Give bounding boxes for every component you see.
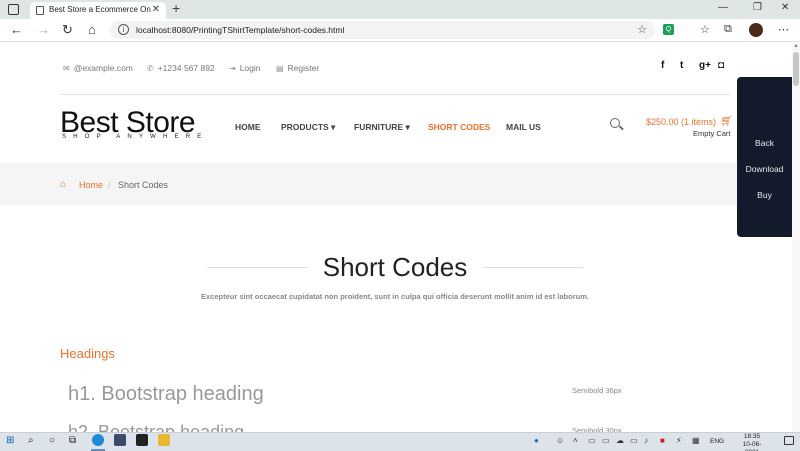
language-indicator[interactable]: ENG	[710, 438, 724, 445]
facebook-icon[interactable]: f	[661, 60, 664, 71]
speaker-icon[interactable]: ♪	[644, 436, 648, 445]
email-text: @example.com	[73, 63, 133, 73]
nav-mail-us[interactable]: MAIL US	[506, 122, 541, 132]
clock-time: 18:35	[743, 433, 761, 440]
heading-sample: h1. Bootstrap heading	[68, 383, 264, 405]
login-text: Login	[239, 63, 261, 73]
tab-close-icon[interactable]: ✕	[152, 4, 160, 15]
envelope-icon: ✉	[63, 64, 70, 73]
close-window-button[interactable]: ✕	[781, 2, 789, 13]
page-title: Short Codes	[322, 252, 468, 282]
cortana-icon[interactable]: ○	[49, 435, 55, 446]
scroll-up-icon[interactable]: ▲	[793, 43, 799, 49]
side-buy-link[interactable]: Buy	[737, 190, 792, 200]
back-button[interactable]: ←	[10, 22, 23, 38]
collections-icon[interactable]: ⧉	[724, 23, 732, 36]
browser-tab-bar: Best Store a Ecommerce Online S ✕ + — ❐ …	[0, 0, 800, 19]
nav-home[interactable]: HOME	[235, 122, 261, 132]
side-back-link[interactable]: Back	[737, 138, 792, 148]
settings-more-button[interactable]: ⋯	[778, 23, 789, 36]
terminal-icon[interactable]	[136, 434, 148, 446]
register-link[interactable]: ▤ Register	[276, 63, 319, 73]
divider	[60, 94, 730, 95]
page-lead: Excepteur sint occaecat cupidatat non pr…	[201, 292, 589, 301]
search-icon[interactable]	[610, 118, 620, 128]
instagram-icon[interactable]: ◘	[718, 60, 724, 71]
chevron-up-icon[interactable]: ˄	[573, 436, 578, 445]
forward-button[interactable]: →	[37, 22, 50, 38]
notification-icon[interactable]	[784, 436, 794, 445]
tray-app-icon[interactable]: ▭	[630, 436, 638, 445]
edge-icon[interactable]	[92, 434, 104, 446]
page-scrollbar[interactable]	[792, 43, 800, 432]
help-icon[interactable]: ●	[534, 436, 539, 445]
tray-app-icon[interactable]: ▭	[602, 436, 610, 445]
topbar-email[interactable]: ✉ @example.com	[63, 63, 133, 73]
side-download-link[interactable]: Download	[737, 164, 792, 174]
home-button[interactable]: ⌂	[88, 22, 96, 38]
login-link[interactable]: ⇥ Login	[229, 63, 261, 73]
favorites-icon[interactable]: ☆	[700, 23, 710, 36]
breadcrumb-home-link[interactable]: Home	[79, 180, 103, 190]
taskbar-search-icon[interactable]: ⌕	[28, 435, 34, 446]
empty-cart-link[interactable]: Empty Cart	[693, 129, 731, 138]
side-panel	[737, 77, 792, 237]
phone-icon: ✆	[147, 64, 154, 73]
heading-rule-left	[207, 267, 307, 268]
app-icon[interactable]	[114, 434, 126, 446]
section-title: Headings	[60, 346, 115, 361]
tab-favicon-icon	[36, 6, 44, 15]
clock-date: 10-06-2021	[742, 441, 762, 451]
browser-tab[interactable]: Best Store a Ecommerce Online S ✕	[30, 2, 166, 19]
reload-button[interactable]: ↻	[62, 22, 73, 38]
antivirus-icon[interactable]: ■	[660, 436, 665, 445]
network-icon[interactable]: ⚡︎	[676, 436, 682, 445]
nav-short-codes[interactable]: SHORT CODES	[428, 122, 490, 132]
nav-furniture[interactable]: FURNITURE ▾	[354, 122, 410, 133]
windows-icon[interactable]: ⊞	[6, 435, 14, 446]
twitter-icon[interactable]: t	[680, 60, 683, 71]
register-icon: ▤	[276, 64, 284, 73]
clock[interactable]: 18:35 10-06-2021	[738, 433, 766, 451]
new-tab-button[interactable]: +	[172, 0, 180, 16]
tray-app-icon[interactable]: ▭	[588, 436, 596, 445]
task-view-icon[interactable]: ⧉	[69, 435, 76, 446]
cart-icon[interactable]: 🛒︎	[720, 116, 733, 127]
heading-note: Semibold 36px	[572, 386, 622, 395]
home-icon: ⌂	[60, 179, 67, 190]
cloud-icon[interactable]: ☁	[616, 436, 624, 445]
google-plus-icon[interactable]: g+	[699, 60, 711, 71]
login-icon: ⇥	[229, 64, 236, 73]
explorer-icon[interactable]	[158, 434, 170, 446]
address-bar[interactable]: i localhost:8080/PrintingTShirtTemplate/…	[110, 21, 655, 39]
site-info-icon[interactable]: i	[118, 24, 129, 35]
favorite-star-icon[interactable]: ☆	[637, 23, 647, 36]
breadcrumb-current: Short Codes	[118, 180, 169, 190]
phone-text: +1234 567 892	[157, 63, 215, 73]
extension-icon[interactable]: Q	[663, 24, 674, 35]
topbar-phone: ✆ +1234 567 892	[147, 63, 215, 73]
site-tagline: SHOP ANYWHERE	[62, 134, 209, 140]
browser-toolbar: ← → ↻ ⌂ i localhost:8080/PrintingTShirtT…	[0, 19, 800, 42]
minimize-button[interactable]: —	[718, 2, 728, 13]
people-icon[interactable]: ☺	[556, 436, 564, 445]
url-text[interactable]: localhost:8080/PrintingTShirtTemplate/sh…	[136, 25, 344, 35]
cart-total[interactable]: $250.00 (1 items)	[646, 117, 716, 127]
tab-title: Best Store a Ecommerce Online S	[49, 5, 151, 14]
tab-actions-icon[interactable]	[8, 4, 19, 15]
keyboard-icon[interactable]: ▦	[692, 436, 700, 445]
breadcrumb-separator: /	[108, 180, 111, 190]
scrollbar-thumb[interactable]	[793, 52, 799, 86]
heading-rule-right	[483, 267, 583, 268]
maximize-button[interactable]: ❐	[753, 2, 762, 13]
register-text: Register	[287, 63, 320, 73]
nav-products[interactable]: PRODUCTS ▾	[281, 122, 335, 133]
profile-avatar[interactable]	[749, 23, 763, 37]
